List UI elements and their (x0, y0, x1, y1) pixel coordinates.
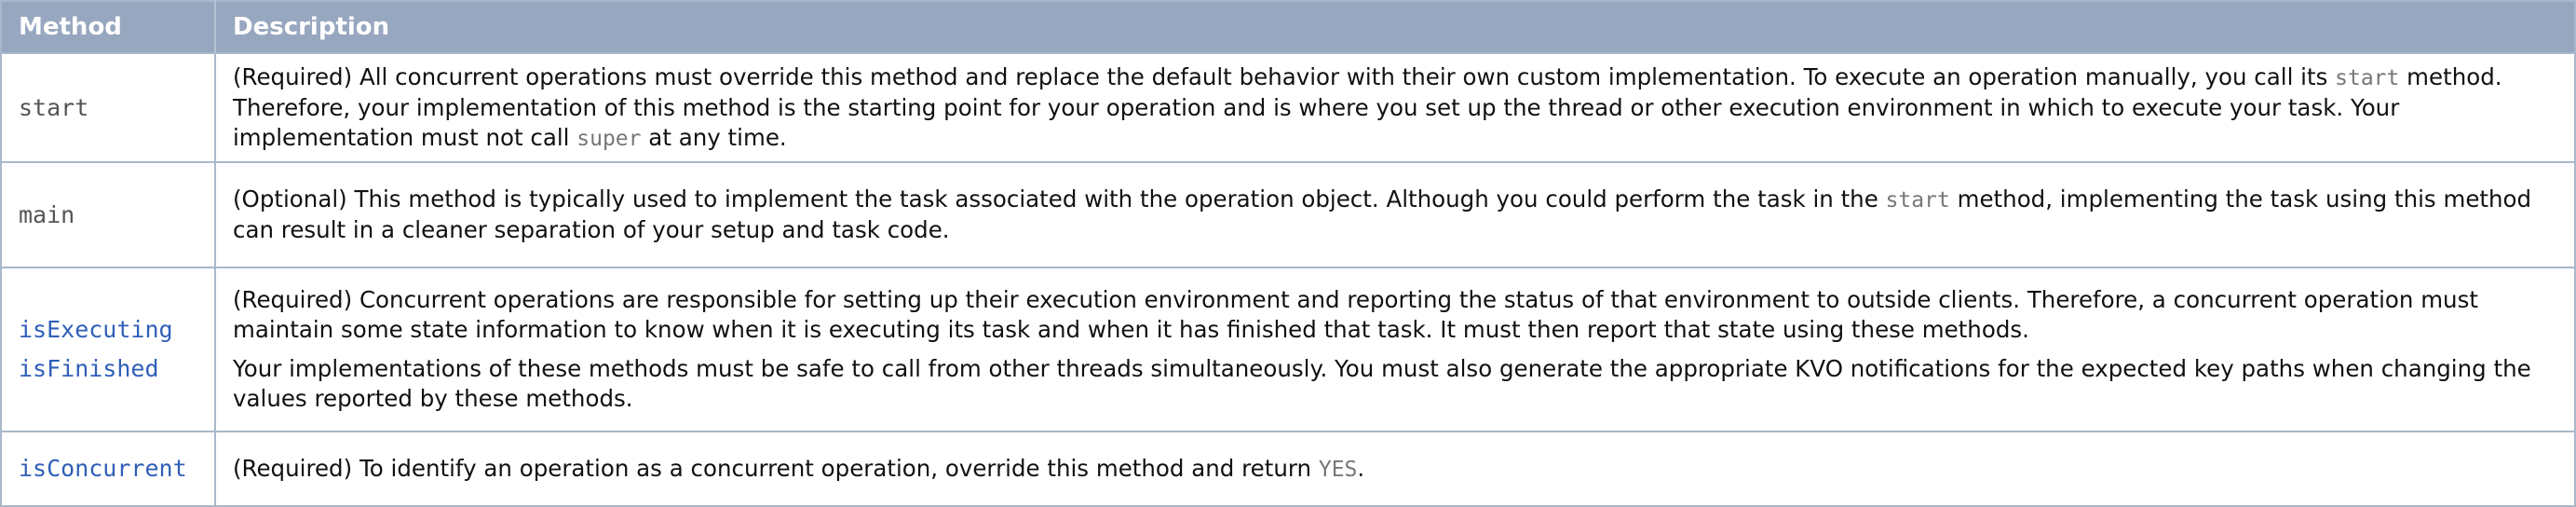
description-cell: (Required) Concurrent operations are res… (215, 267, 2575, 432)
method-name: main (19, 200, 75, 228)
table-row: isConcurrent (Required) To identify an o… (1, 431, 2575, 506)
description-text: at any time. (641, 123, 787, 151)
inline-code: YES (1318, 457, 1358, 482)
description-cell: (Optional) This method is typically used… (215, 161, 2575, 267)
inline-code: start (1885, 188, 1950, 212)
inline-code: start (2335, 65, 2400, 90)
description-column-header: Description (215, 1, 2575, 53)
description-paragraph: (Optional) This method is typically used… (233, 185, 2557, 245)
description-paragraph: (Required) Concurrent operations are res… (233, 285, 2557, 345)
table-row: isExecuting isFinished (Required) Concur… (1, 267, 2575, 432)
method-cell: isConcurrent (1, 431, 216, 506)
description-paragraph: Your implementations of these methods mu… (233, 354, 2557, 414)
description-text: (Required) To identify an operation as a… (233, 454, 1319, 482)
method-column-header: Method (1, 1, 216, 53)
description-text: (Optional) This method is typically used… (233, 185, 1886, 212)
description-paragraph: (Required) All concurrent operations mus… (233, 62, 2557, 154)
method-link-isfinished[interactable]: isFinished (19, 349, 197, 389)
methods-table: Method Description start (Required) All … (0, 0, 2576, 507)
method-cell: start (1, 52, 216, 162)
method-name: start (19, 93, 89, 121)
description-cell: (Required) All concurrent operations mus… (215, 52, 2575, 162)
table-row: main (Optional) This method is typically… (1, 161, 2575, 267)
description-text: . (1357, 454, 1365, 482)
description-text: Your implementations of these methods mu… (233, 355, 2531, 412)
table-row: start (Required) All concurrent operatio… (1, 52, 2575, 162)
inline-code: super (576, 126, 642, 151)
description-cell: (Required) To identify an operation as a… (215, 431, 2575, 506)
method-link-isconcurrent[interactable]: isConcurrent (19, 449, 197, 488)
method-cell: isExecuting isFinished (1, 267, 216, 432)
method-cell: main (1, 161, 216, 267)
table-header-row: Method Description (1, 1, 2575, 53)
description-paragraph: (Required) To identify an operation as a… (233, 454, 2557, 485)
description-text: (Required) Concurrent operations are res… (233, 286, 2478, 343)
method-link-isexecuting[interactable]: isExecuting (19, 310, 197, 349)
description-text: (Required) All concurrent operations mus… (233, 62, 2336, 90)
